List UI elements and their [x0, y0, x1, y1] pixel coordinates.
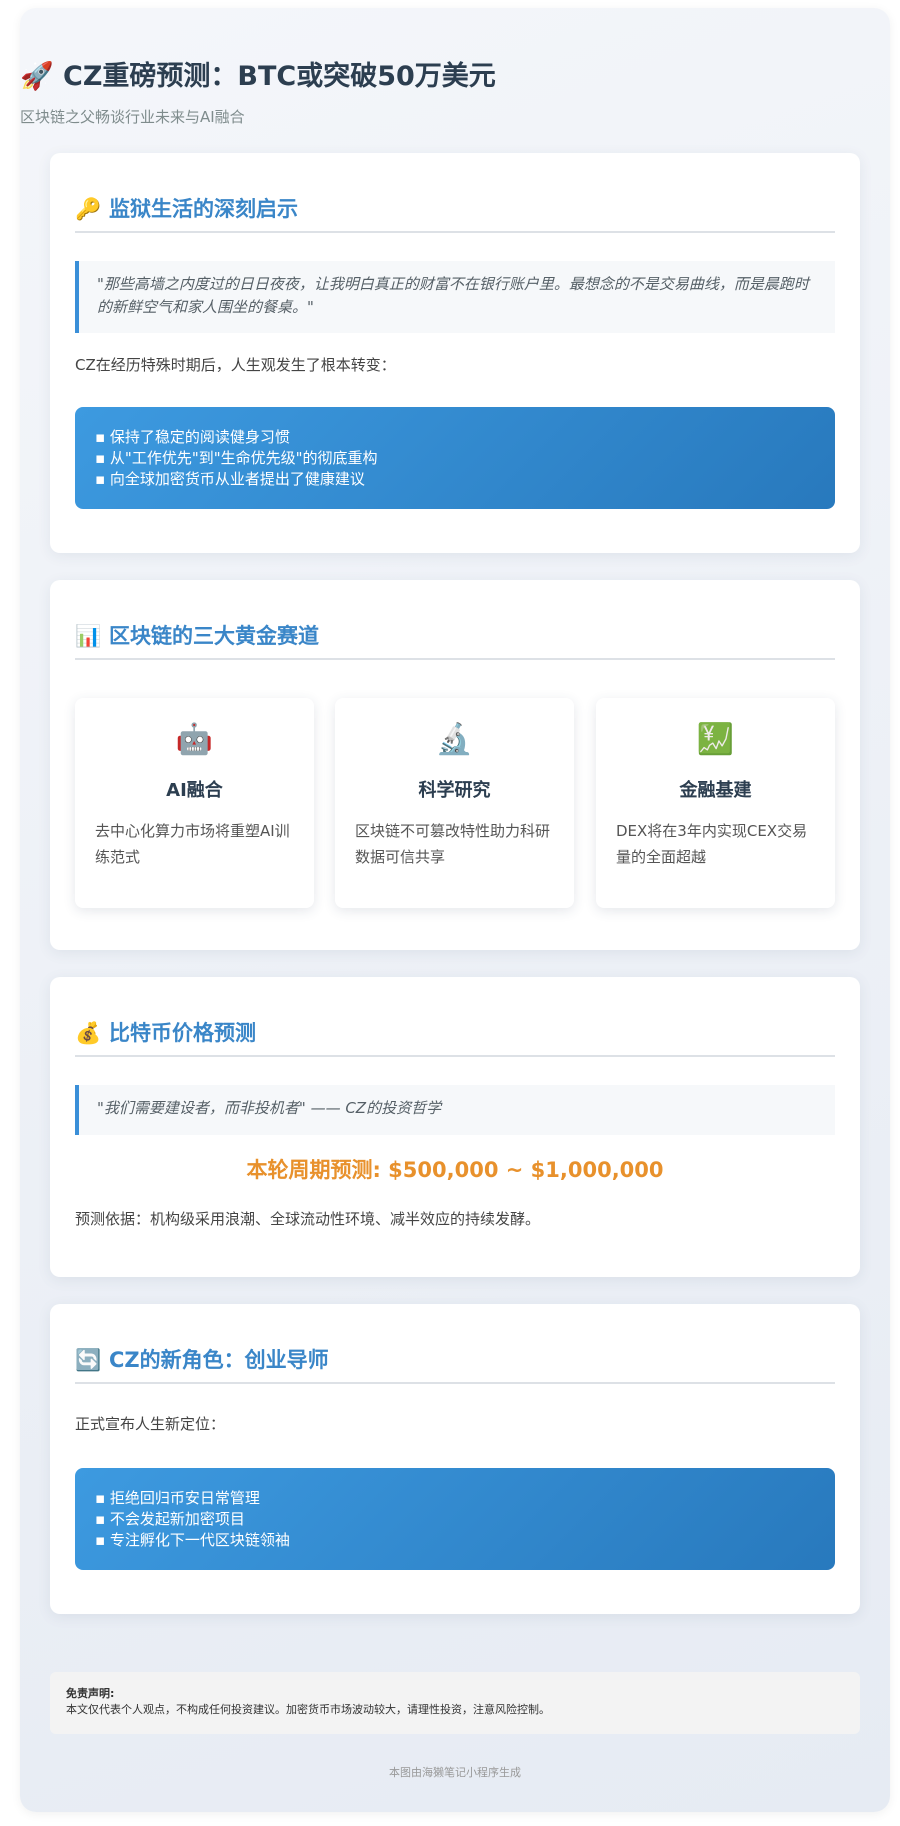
track-card-finance: 💹 金融基建 DEX将在3年内实现CEX交易量的全面超越 [596, 698, 835, 908]
microscope-icon: 🔬 [435, 722, 474, 757]
section-role: 🔄 CZ的新角色：创业导师 正式宣布人生新定位： ▪ 拒绝回归币安日常管理 ▪ 不… [50, 1304, 860, 1614]
highlight-list: ▪ 拒绝回归币安日常管理 ▪ 不会发起新加密项目 ▪ 专注孵化下一代区块链领袖 [75, 1468, 835, 1570]
track-title: 金融基建 [679, 780, 752, 801]
disclaimer-title: 免责声明: [66, 1687, 115, 1700]
list-item: ▪ 保持了稳定的阅读健身习惯 [95, 428, 290, 446]
track-desc: DEX将在3年内实现CEX交易量的全面超越 [616, 822, 808, 866]
list-item: ▪ 从"工作优先"到"生命优先级"的彻底重构 [95, 449, 378, 467]
quote-block: "我们需要建设者，而非投机者" —— CZ的投资哲学 [75, 1085, 835, 1135]
section-price: 💰 比特币价格预测 "我们需要建设者，而非投机者" —— CZ的投资哲学 本轮周期… [50, 977, 860, 1277]
price-prediction: 本轮周期预测: $500,000 ~ $1,000,000 [246, 1158, 664, 1182]
section-title: 💰 比特币价格预测 [75, 1017, 835, 1057]
track-desc: 去中心化算力市场将重塑AI训练范式 [95, 822, 290, 866]
section-prison: 🔑 监狱生活的深刻启示 "那些高墙之内度过的日日夜夜，让我明白真正的财富不在银行账… [50, 153, 860, 553]
chart-increasing-yen-icon: 💹 [696, 722, 735, 757]
list-item: ▪ 专注孵化下一代区块链领袖 [95, 1531, 290, 1549]
section-tracks: 📊 区块链的三大黄金赛道 🤖 AI融合 去中心化算力市场将重塑AI训练范式 🔬 科… [50, 580, 860, 950]
key-icon: 🔑 [75, 197, 102, 221]
page-subtitle: 区块链之父畅谈行业未来与AI融合 [20, 108, 245, 126]
refresh-icon: 🔄 [75, 1348, 102, 1372]
rocket-icon: 🚀 [20, 61, 54, 92]
track-desc: 区块链不可篡改特性助力科研数据可信共享 [355, 822, 551, 866]
page-title-text: CZ重磅预测：BTC或突破50万美元 [63, 61, 496, 92]
section-intro: CZ在经历特殊时期后，人生观发生了根本转变： [75, 356, 396, 374]
list-item: ▪ 拒绝回归币安日常管理 [95, 1489, 260, 1507]
money-bag-icon: 💰 [75, 1021, 102, 1045]
track-card-science: 🔬 科学研究 区块链不可篡改特性助力科研数据可信共享 [335, 698, 574, 908]
disclaimer-text: 本文仅代表个人观点，不构成任何投资建议。加密货币市场波动较大，请理性投资，注意风… [66, 1703, 550, 1716]
section-title: 📊 区块链的三大黄金赛道 [75, 620, 835, 660]
track-card-ai: 🤖 AI融合 去中心化算力市场将重塑AI训练范式 [75, 698, 314, 908]
prediction-basis: 预测依据：机构级采用浪潮、全球流动性环境、减半效应的持续发酵。 [75, 1210, 541, 1228]
quote-block: "那些高墙之内度过的日日夜夜，让我明白真正的财富不在银行账户里。最想念的不是交易… [75, 261, 835, 333]
highlight-list: ▪ 保持了稳定的阅读健身习惯 ▪ 从"工作优先"到"生命优先级"的彻底重构 ▪ … [75, 407, 835, 509]
section-intro: 正式宣布人生新定位： [75, 1415, 226, 1433]
track-title: 科学研究 [418, 780, 491, 801]
section-title: 🔄 CZ的新角色：创业导师 [75, 1344, 835, 1384]
footer-credit: 本图由海獭笔记小程序生成 [389, 1766, 521, 1779]
bar-chart-icon: 📊 [75, 624, 102, 648]
page-title: 🚀 CZ重磅预测：BTC或突破50万美元 [20, 58, 890, 96]
robot-icon: 🤖 [175, 722, 214, 757]
poster: 🚀 CZ重磅预测：BTC或突破50万美元 区块链之父畅谈行业未来与AI融合 🔑 监… [20, 8, 890, 1812]
list-item: ▪ 向全球加密货币从业者提出了健康建议 [95, 470, 365, 488]
disclaimer: 免责声明: 本文仅代表个人观点，不构成任何投资建议。加密货币市场波动较大，请理性… [50, 1672, 860, 1734]
track-title: AI融合 [166, 780, 223, 801]
list-item: ▪ 不会发起新加密项目 [95, 1510, 245, 1528]
section-title: 🔑 监狱生活的深刻启示 [75, 193, 835, 233]
